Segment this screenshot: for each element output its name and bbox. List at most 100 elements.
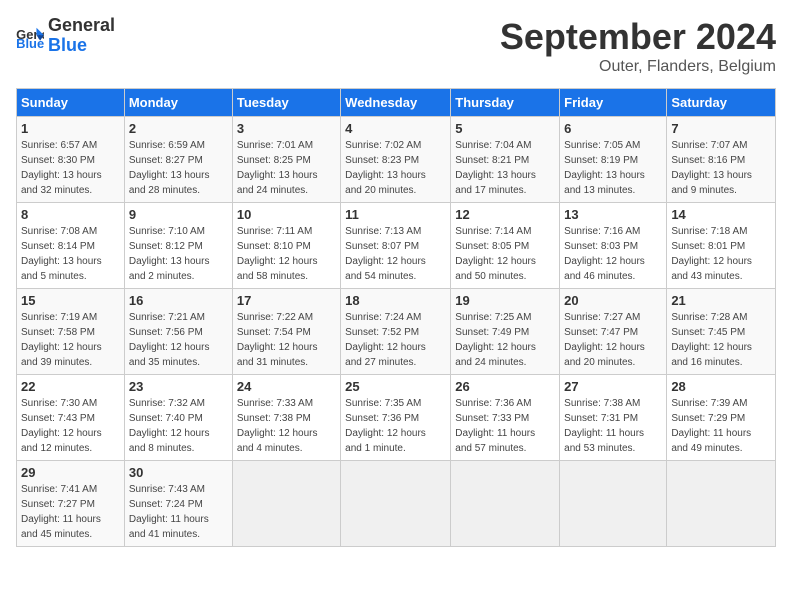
- day-header-saturday: Saturday: [667, 89, 776, 117]
- day-info: Sunrise: 7:28 AM Sunset: 7:45 PM Dayligh…: [671, 310, 771, 370]
- logo-blue-text: Blue: [48, 36, 115, 56]
- day-cell-empty: [560, 461, 667, 547]
- day-cell-12: 12 Sunrise: 7:14 AM Sunset: 8:05 PM Dayli…: [451, 203, 560, 289]
- day-number: 4: [345, 121, 446, 136]
- day-cell-6: 6 Sunrise: 7:05 AM Sunset: 8:19 PM Daylig…: [560, 117, 667, 203]
- week-row-4: 22 Sunrise: 7:30 AM Sunset: 7:43 PM Dayli…: [17, 375, 776, 461]
- day-cell-15: 15 Sunrise: 7:19 AM Sunset: 7:58 PM Dayli…: [17, 289, 125, 375]
- day-number: 7: [671, 121, 771, 136]
- day-header-sunday: Sunday: [17, 89, 125, 117]
- day-info: Sunrise: 7:13 AM Sunset: 8:07 PM Dayligh…: [345, 224, 446, 284]
- day-info: Sunrise: 7:30 AM Sunset: 7:43 PM Dayligh…: [21, 396, 120, 456]
- day-cell-1: 1Sunrise: 6:57 AM Sunset: 8:30 PM Daylig…: [17, 117, 125, 203]
- day-number: 3: [237, 121, 336, 136]
- day-cell-25: 25 Sunrise: 7:35 AM Sunset: 7:36 PM Dayli…: [341, 375, 451, 461]
- day-number: 25: [345, 379, 446, 394]
- day-info: Sunrise: 7:05 AM Sunset: 8:19 PM Dayligh…: [564, 138, 662, 198]
- day-header-thursday: Thursday: [451, 89, 560, 117]
- day-info: Sunrise: 7:02 AM Sunset: 8:23 PM Dayligh…: [345, 138, 446, 198]
- day-cell-16: 16 Sunrise: 7:21 AM Sunset: 7:56 PM Dayli…: [124, 289, 232, 375]
- day-info: Sunrise: 7:11 AM Sunset: 8:10 PM Dayligh…: [237, 224, 336, 284]
- day-cell-empty: [667, 461, 776, 547]
- day-cell-17: 17 Sunrise: 7:22 AM Sunset: 7:54 PM Dayli…: [232, 289, 340, 375]
- day-number: 22: [21, 379, 120, 394]
- day-number: 9: [129, 207, 228, 222]
- day-cell-14: 14 Sunrise: 7:18 AM Sunset: 8:01 PM Dayli…: [667, 203, 776, 289]
- day-cell-11: 11 Sunrise: 7:13 AM Sunset: 8:07 PM Dayli…: [341, 203, 451, 289]
- day-info: Sunrise: 7:01 AM Sunset: 8:25 PM Dayligh…: [237, 138, 336, 198]
- day-number: 5: [455, 121, 555, 136]
- day-number: 30: [129, 465, 228, 480]
- day-info: Sunrise: 7:14 AM Sunset: 8:05 PM Dayligh…: [455, 224, 555, 284]
- day-cell-23: 23 Sunrise: 7:32 AM Sunset: 7:40 PM Dayli…: [124, 375, 232, 461]
- day-info: Sunrise: 7:36 AM Sunset: 7:33 PM Dayligh…: [455, 396, 555, 456]
- day-info: Sunrise: 6:59 AM Sunset: 8:27 PM Dayligh…: [129, 138, 228, 198]
- day-number: 11: [345, 207, 446, 222]
- week-row-5: 29Sunrise: 7:41 AM Sunset: 7:27 PM Dayli…: [17, 461, 776, 547]
- day-number: 28: [671, 379, 771, 394]
- day-number: 10: [237, 207, 336, 222]
- day-cell-8: 8Sunrise: 7:08 AM Sunset: 8:14 PM Daylig…: [17, 203, 125, 289]
- day-number: 26: [455, 379, 555, 394]
- day-info: Sunrise: 7:43 AM Sunset: 7:24 PM Dayligh…: [129, 482, 228, 542]
- day-header-wednesday: Wednesday: [341, 89, 451, 117]
- day-cell-22: 22 Sunrise: 7:30 AM Sunset: 7:43 PM Dayli…: [17, 375, 125, 461]
- day-cell-7: 7 Sunrise: 7:07 AM Sunset: 8:16 PM Daylig…: [667, 117, 776, 203]
- day-cell-30: 30 Sunrise: 7:43 AM Sunset: 7:24 PM Dayli…: [124, 461, 232, 547]
- day-info: Sunrise: 7:33 AM Sunset: 7:38 PM Dayligh…: [237, 396, 336, 456]
- day-cell-4: 4 Sunrise: 7:02 AM Sunset: 8:23 PM Daylig…: [341, 117, 451, 203]
- day-number: 14: [671, 207, 771, 222]
- day-cell-24: 24Sunrise: 7:33 AM Sunset: 7:38 PM Dayli…: [232, 375, 340, 461]
- day-number: 16: [129, 293, 228, 308]
- day-cell-26: 26 Sunrise: 7:36 AM Sunset: 7:33 PM Dayli…: [451, 375, 560, 461]
- day-cell-19: 19 Sunrise: 7:25 AM Sunset: 7:49 PM Dayli…: [451, 289, 560, 375]
- day-info: Sunrise: 7:38 AM Sunset: 7:31 PM Dayligh…: [564, 396, 662, 456]
- day-number: 23: [129, 379, 228, 394]
- day-info: Sunrise: 7:24 AM Sunset: 7:52 PM Dayligh…: [345, 310, 446, 370]
- day-info: Sunrise: 7:39 AM Sunset: 7:29 PM Dayligh…: [671, 396, 771, 456]
- day-header-friday: Friday: [560, 89, 667, 117]
- day-number: 12: [455, 207, 555, 222]
- svg-text:Blue: Blue: [16, 36, 44, 48]
- day-cell-9: 9 Sunrise: 7:10 AM Sunset: 8:12 PM Daylig…: [124, 203, 232, 289]
- day-info: Sunrise: 7:19 AM Sunset: 7:58 PM Dayligh…: [21, 310, 120, 370]
- day-number: 6: [564, 121, 662, 136]
- day-info: Sunrise: 7:32 AM Sunset: 7:40 PM Dayligh…: [129, 396, 228, 456]
- day-number: 2: [129, 121, 228, 136]
- day-info: Sunrise: 7:10 AM Sunset: 8:12 PM Dayligh…: [129, 224, 228, 284]
- day-info: Sunrise: 7:18 AM Sunset: 8:01 PM Dayligh…: [671, 224, 771, 284]
- day-number: 8: [21, 207, 120, 222]
- day-cell-10: 10 Sunrise: 7:11 AM Sunset: 8:10 PM Dayli…: [232, 203, 340, 289]
- day-header-tuesday: Tuesday: [232, 89, 340, 117]
- day-number: 17: [237, 293, 336, 308]
- day-cell-27: 27 Sunrise: 7:38 AM Sunset: 7:31 PM Dayli…: [560, 375, 667, 461]
- logo-icon: General Blue: [16, 24, 44, 48]
- day-header-monday: Monday: [124, 89, 232, 117]
- header: General Blue General Blue September 2024…: [16, 16, 776, 76]
- day-number: 20: [564, 293, 662, 308]
- day-info: Sunrise: 7:35 AM Sunset: 7:36 PM Dayligh…: [345, 396, 446, 456]
- day-number: 13: [564, 207, 662, 222]
- day-info: Sunrise: 7:16 AM Sunset: 8:03 PM Dayligh…: [564, 224, 662, 284]
- week-row-1: 1Sunrise: 6:57 AM Sunset: 8:30 PM Daylig…: [17, 117, 776, 203]
- day-cell-3: 3 Sunrise: 7:01 AM Sunset: 8:25 PM Daylig…: [232, 117, 340, 203]
- day-info: Sunrise: 6:57 AM Sunset: 8:30 PM Dayligh…: [21, 138, 120, 198]
- day-info: Sunrise: 7:41 AM Sunset: 7:27 PM Dayligh…: [21, 482, 120, 542]
- day-number: 15: [21, 293, 120, 308]
- logo-general-text: General: [48, 16, 115, 36]
- day-number: 19: [455, 293, 555, 308]
- day-info: Sunrise: 7:22 AM Sunset: 7:54 PM Dayligh…: [237, 310, 336, 370]
- day-header-row: SundayMondayTuesdayWednesdayThursdayFrid…: [17, 89, 776, 117]
- day-info: Sunrise: 7:21 AM Sunset: 7:56 PM Dayligh…: [129, 310, 228, 370]
- day-info: Sunrise: 7:07 AM Sunset: 8:16 PM Dayligh…: [671, 138, 771, 198]
- day-cell-28: 28 Sunrise: 7:39 AM Sunset: 7:29 PM Dayli…: [667, 375, 776, 461]
- title-area: September 2024 Outer, Flanders, Belgium: [500, 16, 776, 76]
- day-info: Sunrise: 7:04 AM Sunset: 8:21 PM Dayligh…: [455, 138, 555, 198]
- day-cell-18: 18 Sunrise: 7:24 AM Sunset: 7:52 PM Dayli…: [341, 289, 451, 375]
- month-title: September 2024: [500, 16, 776, 58]
- calendar-table: SundayMondayTuesdayWednesdayThursdayFrid…: [16, 88, 776, 547]
- day-cell-13: 13 Sunrise: 7:16 AM Sunset: 8:03 PM Dayli…: [560, 203, 667, 289]
- day-number: 18: [345, 293, 446, 308]
- day-info: Sunrise: 7:25 AM Sunset: 7:49 PM Dayligh…: [455, 310, 555, 370]
- day-number: 27: [564, 379, 662, 394]
